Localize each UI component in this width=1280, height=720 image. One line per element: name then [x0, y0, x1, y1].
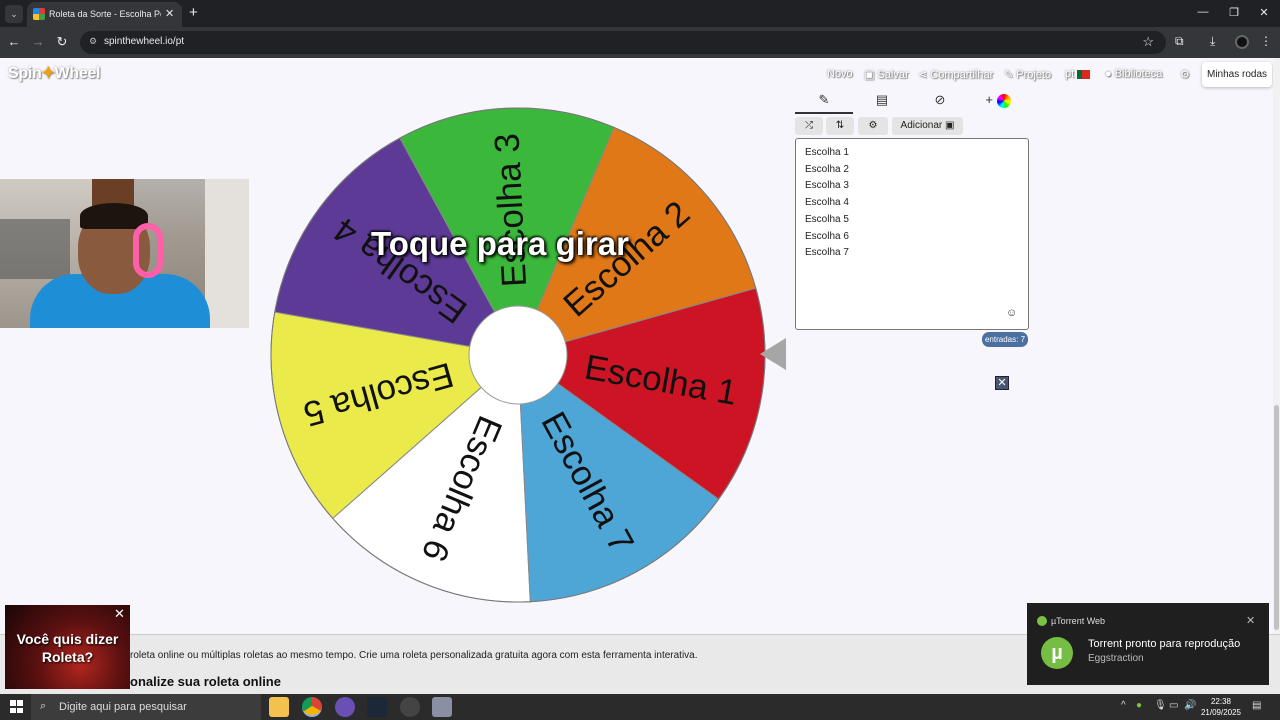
close-icon[interactable]: ✕: [995, 376, 1009, 390]
tap-to-spin-label[interactable]: Toque para girar: [371, 225, 629, 263]
windows-taskbar: ⌕ Digite aqui para pesquisar ^ ● 🎙 ▭ 🔊 2…: [0, 694, 1280, 720]
steam-icon[interactable]: [367, 697, 387, 717]
wheel-pointer-icon: [760, 338, 786, 370]
entry-item[interactable]: Escolha 3: [805, 178, 1019, 195]
page-description: roleta online ou múltiplas roletas ao me…: [130, 650, 698, 661]
emoji-picker-icon[interactable]: ☺: [1006, 307, 1017, 319]
wheel-segment-label: Escolha 3: [487, 132, 534, 287]
clock-date: 21/09/2025: [1200, 708, 1242, 717]
toast-app-name: µTorrent Web: [1051, 616, 1106, 626]
editor-tabs: ✎ ▤ ⊘ +: [795, 92, 1030, 114]
microphone-icon[interactable]: 🎙: [1154, 700, 1167, 711]
file-explorer-icon[interactable]: [269, 697, 289, 717]
gear-icon: ⚙: [868, 120, 878, 131]
search-icon: ⌕: [40, 700, 47, 712]
wheel-center-hub[interactable]: [468, 305, 568, 405]
utorrent-small-icon: [1037, 616, 1047, 626]
webcam-overlay: [0, 179, 249, 328]
tray-utorrent-icon[interactable]: ●: [1136, 700, 1142, 711]
entries-count-badge: entradas: 7: [982, 332, 1028, 347]
entry-item[interactable]: Escolha 6: [805, 229, 1019, 246]
ad-close-icon[interactable]: ✕: [114, 606, 125, 622]
volume-icon[interactable]: 🔊: [1184, 700, 1196, 711]
chrome-icon[interactable]: [302, 697, 322, 717]
sort-icon: ⇅: [835, 120, 845, 131]
image-icon: ▣: [945, 120, 955, 131]
entry-item[interactable]: Escolha 5: [805, 212, 1019, 229]
color-wheel-icon: [996, 93, 1011, 108]
clock-time: 22:38: [1210, 697, 1232, 706]
entry-item[interactable]: Escolha 2: [805, 162, 1019, 179]
toast-title: Torrent pronto para reprodução: [1088, 638, 1241, 650]
eye-slash-icon: ⊘: [934, 92, 946, 107]
tray-chevron-icon[interactable]: ^: [1121, 700, 1126, 711]
entry-item[interactable]: Escolha 7: [805, 245, 1019, 262]
obs-icon[interactable]: [335, 697, 355, 717]
headphones: [133, 223, 163, 278]
notifications-icon[interactable]: ▤: [1252, 700, 1261, 711]
clipboard-icon: ▤: [875, 92, 889, 107]
app-icon[interactable]: [400, 697, 420, 717]
entry-item[interactable]: Escolha 1: [805, 145, 1019, 162]
entries-textarea[interactable]: Escolha 1 Escolha 2 Escolha 3 Escolha 4 Esco…: [795, 138, 1029, 330]
add-image-button[interactable]: Adicionar ▣: [892, 117, 963, 135]
utorrent-icon: µ: [1041, 637, 1073, 669]
entry-list: Escolha 1 Escolha 2 Escolha 3 Escolha 4 Esco…: [805, 145, 1019, 262]
pencil-icon: ✎: [818, 92, 830, 107]
taskbar-search-placeholder[interactable]: Digite aqui para pesquisar: [59, 701, 187, 713]
entry-item[interactable]: Escolha 4: [805, 195, 1019, 212]
taskbar-search[interactable]: ⌕ Digite aqui para pesquisar: [31, 694, 261, 720]
network-icon[interactable]: ▭: [1169, 700, 1178, 711]
section-heading: onalize sua roleta online: [130, 674, 281, 689]
tab-results[interactable]: ▤: [853, 92, 911, 114]
tab-edit[interactable]: ✎: [795, 92, 853, 114]
taskbar-clock[interactable]: 22:38 21/09/2025: [1198, 696, 1244, 718]
tab-add-wheel[interactable]: +: [969, 92, 1027, 114]
ad-text[interactable]: Você quis dizer Roleta?: [5, 630, 130, 666]
ad-banner[interactable]: Você quis dizer Roleta? ✕: [5, 605, 130, 689]
shield-app-icon[interactable]: [432, 697, 452, 717]
tab-hide[interactable]: ⊘: [911, 92, 969, 114]
page-scrollbar-thumb[interactable]: [1274, 405, 1279, 630]
wheel-settings-button[interactable]: ⚙: [858, 117, 888, 135]
notification-toast[interactable]: µTorrent Web ✕ µ Torrent pronto para rep…: [1027, 603, 1269, 685]
toast-close-icon[interactable]: ✕: [1246, 614, 1255, 627]
toast-subtitle: Eggstraction: [1088, 653, 1144, 664]
sort-button[interactable]: ⇅: [826, 117, 854, 135]
shuffle-icon: ⤮: [805, 120, 813, 131]
shuffle-button[interactable]: ⤮: [795, 117, 823, 135]
